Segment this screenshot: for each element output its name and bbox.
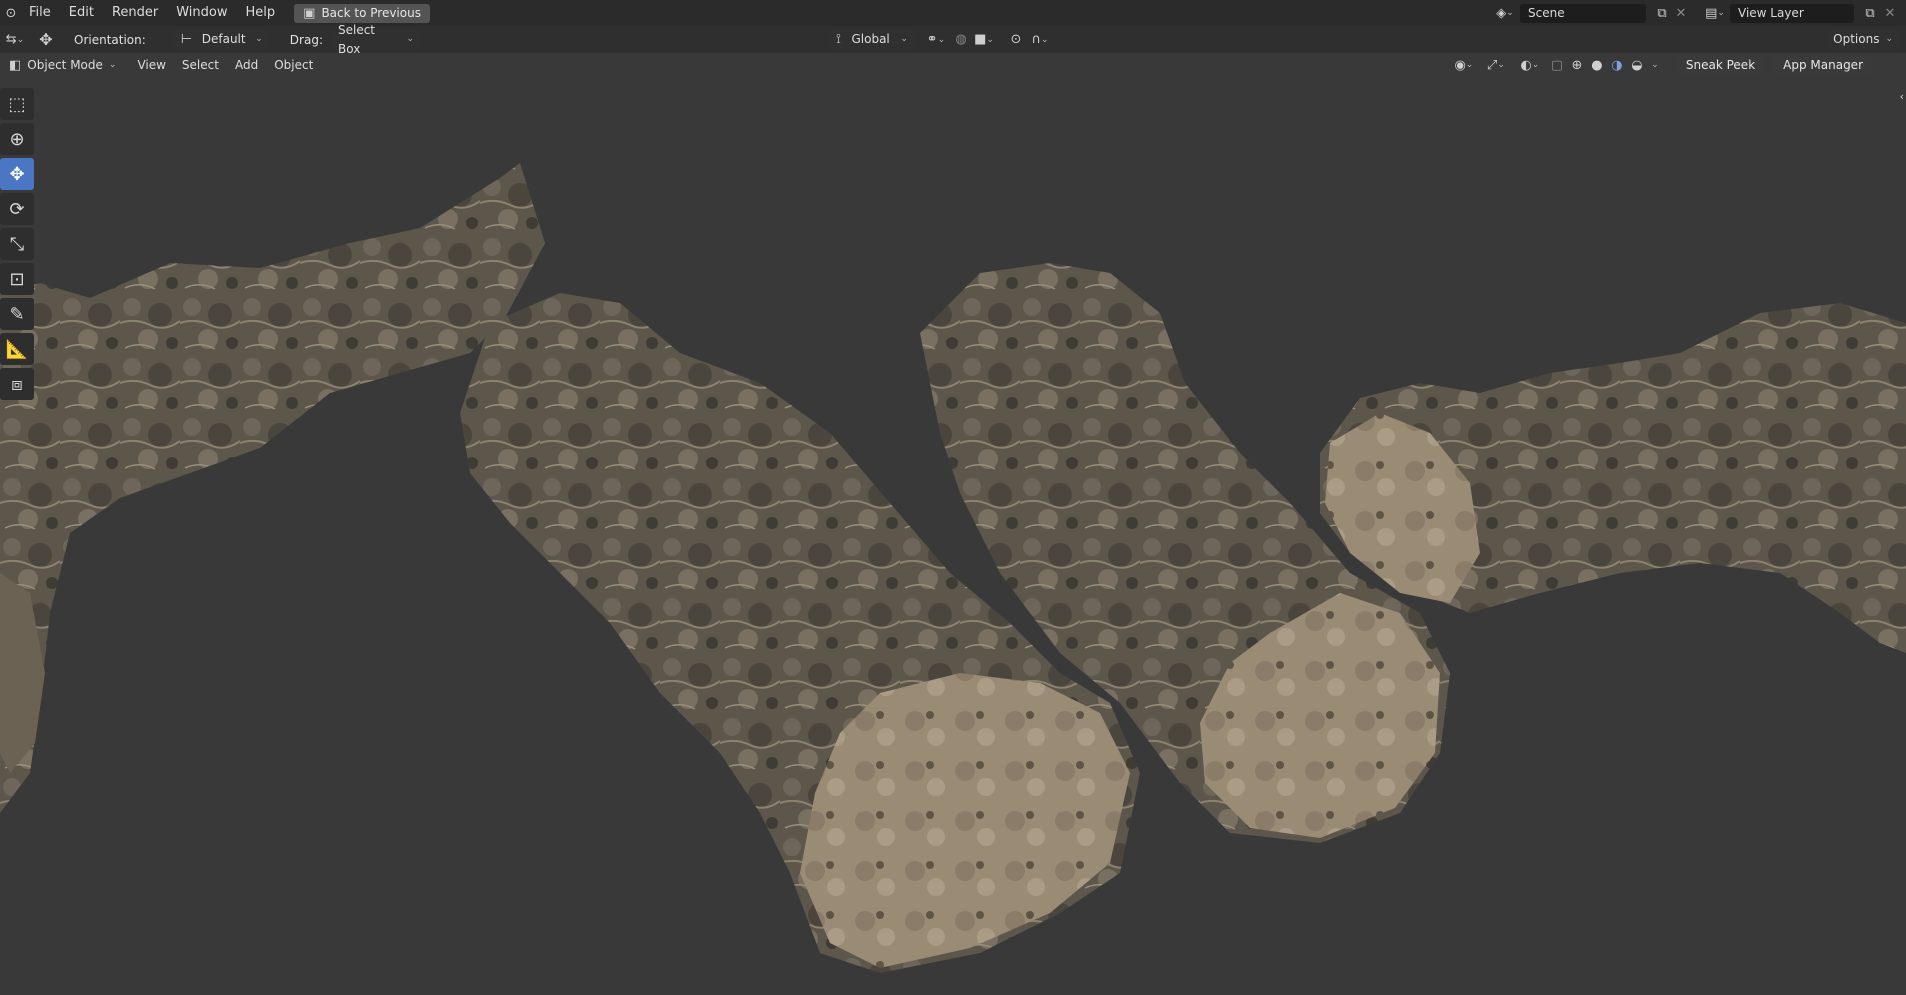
view-layer-value: View Layer	[1738, 5, 1804, 20]
scene-field[interactable]: Scene	[1520, 3, 1646, 23]
chevron-down-icon: ⌄	[900, 34, 908, 44]
tool-header: ⇆ ⌄ ✥ Orientation: ⊢ Default ⌄ Drag: Sele…	[0, 23, 1906, 56]
sneak-peek-button[interactable]: Sneak Peek	[1676, 55, 1765, 75]
sidebar-toggle-icon[interactable]: ‹	[1900, 90, 1904, 103]
app-manager-button[interactable]: App Manager	[1774, 55, 1872, 75]
overlays-icon[interactable]: ◐ ⌄	[1513, 58, 1547, 73]
viewport-header: ◧ Object Mode ⌄ View Select Add Object ◉…	[0, 53, 1906, 77]
chevron-down-icon: ⌄	[108, 59, 117, 70]
falloff-icon[interactable]: ∩ ⌄	[1027, 32, 1053, 47]
drag-dropdown[interactable]: Select Box ⌄	[330, 23, 421, 56]
rendered-shading-icon[interactable]: ◒	[1627, 58, 1647, 73]
menu-select[interactable]: Select	[174, 56, 227, 75]
cursor-icon[interactable]: ⊕	[0, 123, 34, 155]
delete-scene-icon[interactable]: ✕	[1672, 6, 1690, 21]
view-layer-browse-icon[interactable]: ▤ ⌄	[1700, 6, 1730, 21]
menu-render[interactable]: Render	[103, 0, 167, 26]
snap-target-icon[interactable]: ■ ⌄	[971, 32, 997, 47]
pivot-point-icon[interactable]: ⚭ ⌄	[921, 32, 951, 47]
drag-label: Drag:	[289, 32, 323, 47]
chevron-down-icon: ⌄	[406, 34, 414, 44]
menu-window[interactable]: Window	[167, 0, 236, 26]
add-cube-icon[interactable]: ⧈	[0, 368, 34, 400]
transform-icon[interactable]: ⊡	[0, 263, 34, 295]
menu-add[interactable]: Add	[227, 56, 266, 75]
back-icon: ▣	[303, 5, 316, 21]
select-box-icon[interactable]: ⬚	[0, 88, 34, 120]
gizmo-icon[interactable]: ⤢ ⌄	[1479, 58, 1513, 73]
orientation-label: Orientation:	[74, 32, 146, 47]
measure-icon[interactable]: 📐	[0, 333, 34, 365]
menu-object[interactable]: Object	[266, 56, 321, 75]
tool-settings-icon[interactable]: ⇆ ⌄	[0, 32, 30, 47]
move-icon[interactable]: ✥	[0, 158, 34, 190]
move-tool-icon: ✥	[39, 30, 53, 49]
top-menubar: ⊙ File Edit Render Window Help ▣ Back to…	[0, 0, 1906, 26]
transform-orientation-dropdown[interactable]: ⟟ Global ⌄	[828, 30, 915, 49]
scene-value: Scene	[1528, 5, 1565, 20]
object-mode-icon: ◧	[9, 57, 22, 73]
orientation-value: Default	[201, 32, 246, 46]
blender-logo-icon[interactable]: ⊙	[2, 6, 20, 21]
wireframe-shading-icon[interactable]: ⊕	[1567, 58, 1587, 73]
rotate-icon[interactable]: ⟳	[0, 193, 34, 225]
shading-options-icon[interactable]: ⌄	[1647, 60, 1663, 70]
annotate-icon[interactable]: ✎	[0, 298, 34, 330]
options-dropdown[interactable]: Options ⌄	[1826, 30, 1900, 49]
object-mode-value: Object Mode	[27, 57, 103, 72]
viewport-3d[interactable]	[0, 53, 1906, 995]
delete-view-layer-icon[interactable]: ✕	[1880, 6, 1900, 21]
snap-icon[interactable]: ◍	[951, 32, 971, 47]
menu-file[interactable]: File	[20, 0, 60, 26]
proportional-editing-icon[interactable]: ⊙	[1005, 32, 1027, 47]
material-shading-icon[interactable]: ◑	[1607, 58, 1627, 73]
rock-mesh-1	[0, 163, 545, 813]
chevron-down-icon: ⌄	[255, 34, 263, 44]
new-scene-icon[interactable]: ⧉	[1652, 6, 1672, 21]
new-view-layer-icon[interactable]: ⧉	[1860, 6, 1880, 21]
visibility-icon[interactable]: ◉ ⌄	[1449, 58, 1479, 73]
scene-browse-icon[interactable]: ◈ ⌄	[1490, 6, 1520, 21]
chevron-down-icon: ⌄	[1885, 34, 1893, 44]
scale-icon[interactable]: ⤡	[0, 228, 34, 260]
left-toolbar: ⬚ ⊕ ✥ ⟳ ⤡ ⊡ ✎ 📐 ⧈	[0, 88, 36, 403]
menu-help[interactable]: Help	[237, 0, 285, 26]
view-layer-field[interactable]: View Layer	[1730, 3, 1854, 23]
transform-orientation-value: Global	[851, 32, 890, 46]
xray-icon[interactable]: ▢	[1547, 58, 1567, 73]
options-label: Options	[1833, 32, 1880, 46]
axis-icon: ⟟	[835, 32, 841, 47]
menu-edit[interactable]: Edit	[60, 0, 103, 26]
orientation-dropdown[interactable]: ⊢ Default ⌄	[173, 30, 270, 49]
orientation-icon: ⊢	[180, 32, 193, 47]
solid-shading-icon[interactable]: ●	[1587, 58, 1607, 73]
menu-view[interactable]: View	[129, 56, 173, 75]
object-mode-dropdown[interactable]: ◧ Object Mode ⌄	[2, 56, 123, 75]
